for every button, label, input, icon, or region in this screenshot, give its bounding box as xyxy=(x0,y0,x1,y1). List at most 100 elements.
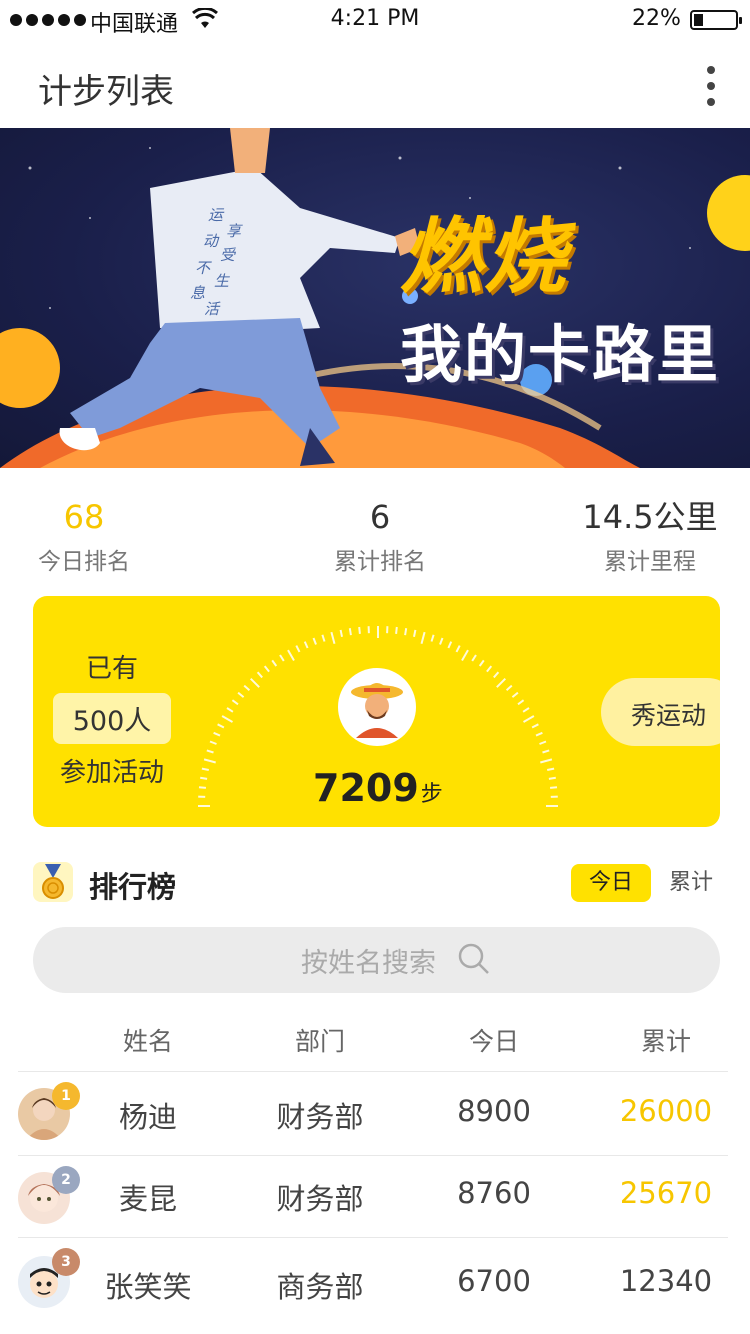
leaderboard-header: 排行榜 今日 累计 xyxy=(33,860,720,906)
cell-total: 25670 xyxy=(619,1176,713,1210)
banner-headline: 燃烧 xyxy=(400,210,568,305)
gauge-tick xyxy=(279,654,285,662)
gauge-tick xyxy=(231,699,239,706)
gauge-tick xyxy=(542,749,550,754)
gauge-tick xyxy=(455,645,461,653)
cell-today: 8900 xyxy=(457,1094,531,1128)
gauge-tick xyxy=(548,776,556,780)
participants-prefix: 已有 xyxy=(85,654,138,684)
gauge-tick xyxy=(430,634,435,642)
column-header-dept[interactable]: 部门 xyxy=(250,1022,390,1058)
cell-name: 杨迪 xyxy=(118,1100,177,1134)
table-row[interactable]: 3 张笑笑 商务部 6700 12340 xyxy=(18,1237,728,1334)
gauge-tick xyxy=(447,641,453,649)
cell-dept: 财务部 xyxy=(276,1100,364,1134)
svg-text:享: 享 xyxy=(226,222,243,240)
gauge-tick xyxy=(287,649,295,661)
gauge-tick xyxy=(420,631,426,644)
gauge-tick xyxy=(271,659,278,667)
step-unit: 步 xyxy=(420,782,443,807)
gauge-tick xyxy=(249,677,260,688)
cell-dept: 商务部 xyxy=(276,1270,364,1304)
gauge-tick xyxy=(439,637,444,645)
gauge-tick xyxy=(295,645,301,653)
rank-badge: 2 xyxy=(52,1166,80,1194)
cell-name: 张笑笑 xyxy=(104,1270,192,1304)
gauge-tick xyxy=(547,767,555,771)
cell-today: 6700 xyxy=(457,1264,531,1298)
participants-block: 已有 500人 参加活动 xyxy=(53,648,171,789)
gauge-tick xyxy=(217,723,225,729)
share-workout-button[interactable]: 秀运动 xyxy=(601,678,720,746)
gauge-tick xyxy=(312,637,317,645)
gauge-tick xyxy=(201,767,209,771)
cell-total: 26000 xyxy=(619,1094,713,1128)
participants-suffix: 参加活动 xyxy=(59,758,164,788)
cell-dept: 财务部 xyxy=(276,1182,364,1216)
medal-icon xyxy=(33,862,73,902)
participants-count: 500人 xyxy=(53,693,171,744)
gauge-tick xyxy=(330,631,336,644)
svg-text:生: 生 xyxy=(214,272,230,290)
farmer-avatar-icon xyxy=(351,683,403,738)
step-card: 已有 500人 参加活动 7209步 秀运动 xyxy=(33,596,720,827)
gauge-tick xyxy=(540,758,553,764)
gauge-tick xyxy=(203,758,216,764)
page-title: 计步列表 xyxy=(38,72,174,112)
nav-bar: 计步列表 xyxy=(0,40,750,128)
gauge-tick xyxy=(339,629,343,637)
column-header-total[interactable]: 累计 xyxy=(596,1022,736,1058)
battery-icon xyxy=(690,10,742,30)
gauge-tick xyxy=(263,665,270,673)
gauge-tick xyxy=(198,786,207,789)
table-row[interactable]: 1 杨迪 财务部 8900 26000 xyxy=(18,1071,728,1155)
gauge-tick xyxy=(404,628,408,636)
gauge-tick xyxy=(348,628,352,636)
battery-percent: 22% xyxy=(632,6,681,31)
svg-text:息: 息 xyxy=(190,284,205,302)
svg-text:运: 运 xyxy=(208,206,225,224)
status-bar: 中国联通 4:21 PM 22% xyxy=(0,0,750,40)
gauge-tick xyxy=(321,634,326,642)
tab-today[interactable]: 今日 xyxy=(571,864,651,902)
stat-today-rank: 68 今日排名 xyxy=(24,498,144,576)
gauge-tick xyxy=(237,691,245,698)
gauge-tick xyxy=(213,731,221,737)
column-header-today[interactable]: 今日 xyxy=(424,1022,564,1058)
cell-total: 12340 xyxy=(619,1264,713,1298)
column-header-name[interactable]: 姓名 xyxy=(88,1022,208,1058)
stat-label: 今日排名 xyxy=(38,549,130,575)
gauge-tick xyxy=(395,626,398,635)
gauge-tick xyxy=(505,684,513,691)
leaderboard-title: 排行榜 xyxy=(89,870,177,904)
gauge-tick xyxy=(226,707,234,713)
tab-total[interactable]: 累计 xyxy=(663,864,719,902)
banner-subheadline: 我的卡路里 xyxy=(400,318,721,391)
gauge-tick xyxy=(517,699,525,706)
gauge-tick xyxy=(531,723,539,729)
svg-text:活: 活 xyxy=(204,300,221,318)
stat-value: 6 xyxy=(369,498,391,536)
search-placeholder: 按姓名搜索 xyxy=(301,948,436,979)
stat-value: 68 xyxy=(63,498,105,536)
promo-banner[interactable]: 运享 动受 不生 息活 燃烧 我的卡路里 xyxy=(0,128,750,468)
svg-text:不: 不 xyxy=(195,259,212,277)
gauge-tick xyxy=(493,671,500,679)
user-avatar[interactable] xyxy=(338,668,416,746)
search-icon[interactable] xyxy=(457,942,491,976)
gauge-tick xyxy=(496,677,507,688)
gauge-tick xyxy=(539,740,547,745)
table-row[interactable]: 2 麦昆 财务部 8760 25670 xyxy=(18,1155,728,1237)
battery-level xyxy=(694,14,703,26)
step-count: 7209步 xyxy=(313,766,443,810)
more-vertical-icon[interactable] xyxy=(696,64,726,108)
gauge-tick xyxy=(209,740,217,745)
cell-name: 麦昆 xyxy=(118,1182,177,1216)
stat-value: 14.5公里 xyxy=(582,498,718,536)
gauge-tick xyxy=(523,715,535,723)
gauge-tick xyxy=(471,654,477,662)
search-input[interactable]: 按姓名搜索 xyxy=(33,927,720,993)
gauge-tick xyxy=(413,629,417,637)
gauge-tick xyxy=(243,684,251,691)
rank-badge: 3 xyxy=(52,1248,80,1276)
